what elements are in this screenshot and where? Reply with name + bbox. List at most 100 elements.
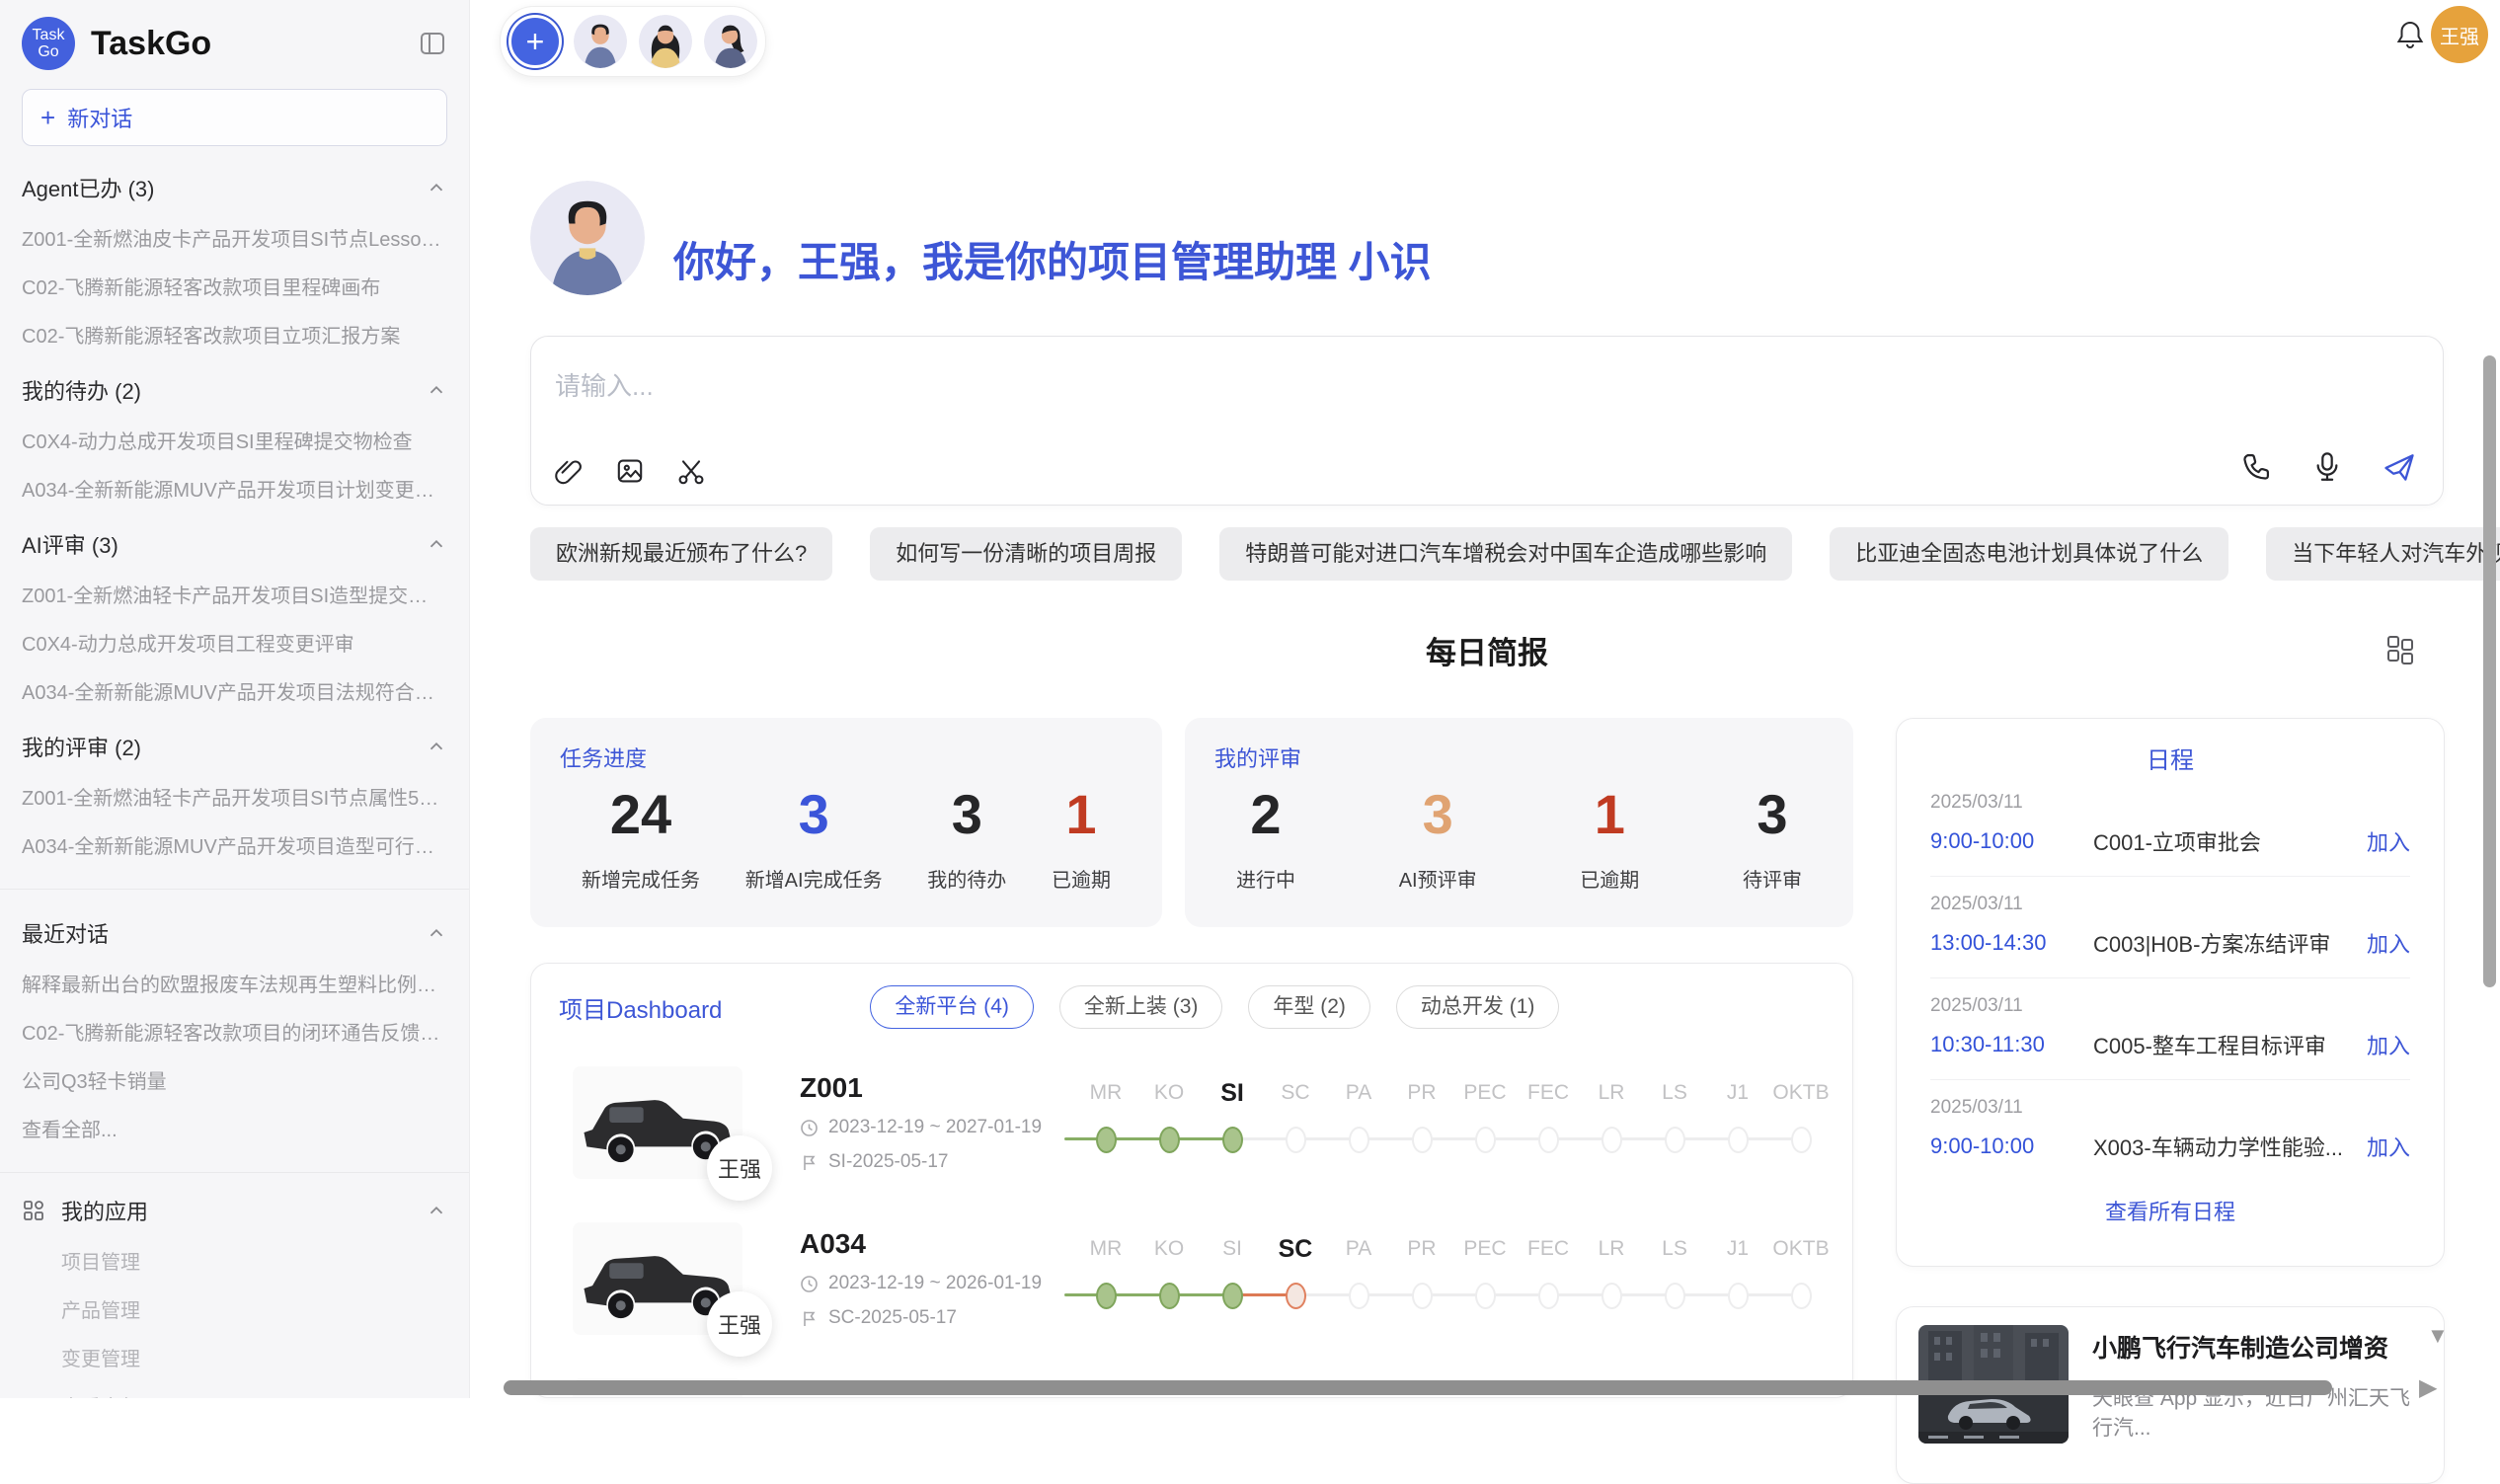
sidebar-task-item[interactable]: C02-飞腾新能源轻客改款项目立项汇报方案 bbox=[22, 320, 447, 349]
stat-label: 进行中 bbox=[1236, 864, 1295, 893]
sidebar-task-item[interactable]: C02-飞腾新能源轻客改款项目里程碑画布 bbox=[22, 272, 447, 300]
input-action-tools bbox=[2239, 449, 2417, 485]
milestone-node bbox=[1286, 1127, 1306, 1153]
chat-input[interactable]: 请输入... bbox=[555, 366, 654, 403]
milestone-node bbox=[1096, 1127, 1117, 1153]
project-rows: 王强Z0012023-12-19 ~ 2027-01-19SI-2025-05-… bbox=[559, 1045, 1825, 1398]
sidebar-task-item[interactable]: Z001-全新燃油轻卡产品开发项目SI节点属性5D文件评审 bbox=[22, 782, 447, 811]
milestone-node bbox=[1665, 1283, 1685, 1309]
stat-value: 3 bbox=[927, 779, 1006, 850]
vertical-scrollbar[interactable] bbox=[2483, 355, 2496, 987]
user-avatar[interactable]: 王强 bbox=[2431, 6, 2488, 63]
project-row[interactable]: 王强A0342023-12-19 ~ 2026-01-19SC-2025-05-… bbox=[559, 1201, 1825, 1357]
schedule-join-link[interactable]: 加入 bbox=[2367, 1029, 2410, 1060]
stat: 3AI预评审 bbox=[1399, 779, 1477, 893]
sidebar-section-header[interactable]: 我的评审 (2) bbox=[22, 731, 447, 762]
milestone-node bbox=[1728, 1127, 1749, 1153]
sidebar-task-item[interactable]: Z001-全新燃油皮卡产品开发项目SI节点Lesson Learn报告 bbox=[22, 223, 447, 252]
sidebar-section-header[interactable]: Agent已办 (3) bbox=[22, 172, 447, 203]
stat-value: 3 bbox=[745, 779, 883, 850]
dashboard-filters: 全新平台 (4) 全新上装 (3) 年型 (2) 动总开发 (1) bbox=[870, 985, 1559, 1029]
paperclip-icon[interactable] bbox=[553, 455, 585, 487]
section-label: 我的评审 (2) bbox=[22, 731, 141, 762]
logo-text-2: Go bbox=[38, 43, 58, 60]
app-subitem[interactable]: 变更管理 bbox=[61, 1343, 447, 1371]
schedule-date: 2025/03/11 bbox=[1930, 792, 2410, 814]
task-progress-card: 任务进度 24新增完成任务3新增AI完成任务3我的待办1已逾期 bbox=[530, 718, 1162, 927]
sidebar-task-item[interactable]: C0X4-动力总成开发项目SI里程碑提交物检查 bbox=[22, 426, 447, 454]
milestone-node bbox=[1475, 1127, 1496, 1153]
recent-chats-header[interactable]: 最近对话 bbox=[22, 917, 447, 949]
plus-icon: + bbox=[40, 103, 55, 133]
dashboard-filter-pill[interactable]: 全新上装 (3) bbox=[1059, 985, 1223, 1029]
image-icon[interactable] bbox=[614, 455, 646, 487]
stat-label: 新增AI完成任务 bbox=[745, 864, 883, 893]
apps-view-all[interactable]: 查看全部... bbox=[61, 1391, 447, 1398]
suggestion-chip[interactable]: 特朗普可能对进口汽车增税会对中国车企造成哪些影响 bbox=[1219, 527, 1792, 581]
schedule-date: 2025/03/11 bbox=[1930, 894, 2410, 915]
layout-grid-icon[interactable] bbox=[2383, 632, 2417, 665]
add-agent-button[interactable]: + bbox=[508, 15, 562, 68]
scissors-icon[interactable] bbox=[675, 455, 707, 487]
schedule-date: 2025/03/11 bbox=[1930, 1097, 2410, 1119]
chevron-up-icon bbox=[426, 379, 447, 401]
milestone-node bbox=[1286, 1283, 1306, 1309]
sidebar-task-item[interactable]: A034-全新新能源MUV产品开发项目造型可行性评审 bbox=[22, 830, 447, 859]
new-chat-label: 新对话 bbox=[67, 102, 132, 133]
schedule-join-link[interactable]: 加入 bbox=[2367, 927, 2410, 959]
sidebar-task-item[interactable]: A034-全新新能源MUV产品开发项目计划变更表编写 bbox=[22, 474, 447, 503]
dashboard-filter-pill[interactable]: 动总开发 (1) bbox=[1396, 985, 1560, 1029]
scroll-down-arrow-icon[interactable]: ▼ bbox=[2427, 1323, 2449, 1349]
avatar[interactable] bbox=[574, 15, 627, 68]
new-chat-button[interactable]: + 新对话 bbox=[22, 89, 447, 146]
schedule-name: C003|H0B-方案冻结评审 bbox=[2093, 927, 2353, 959]
milestone-track: MRKOSISCPAPRPECFECLRLSJ1OKTB bbox=[1064, 1224, 1825, 1333]
suggestion-chip[interactable]: 欧洲新规最近颁布了什么? bbox=[530, 527, 832, 581]
schedule-view-all[interactable]: 查看所有日程 bbox=[1930, 1195, 2410, 1226]
dashboard-filter-pill[interactable]: 全新平台 (4) bbox=[870, 985, 1034, 1029]
suggestion-chip[interactable]: 如何写一份清晰的项目周报 bbox=[870, 527, 1182, 581]
app-subitem[interactable]: 项目管理 bbox=[61, 1246, 447, 1275]
dates-text: 2023-12-19 ~ 2027-01-19 bbox=[828, 1117, 1042, 1138]
sidebar-task-item[interactable]: C0X4-动力总成开发项目工程变更评审 bbox=[22, 628, 447, 657]
stat-value: 2 bbox=[1236, 779, 1295, 850]
horizontal-scrollbar[interactable] bbox=[504, 1380, 2332, 1395]
my-apps-header[interactable]: 我的应用 bbox=[22, 1195, 447, 1226]
microphone-icon[interactable] bbox=[2310, 450, 2344, 484]
flag-text: SC-2025-05-17 bbox=[828, 1307, 957, 1329]
recent-chat-item[interactable]: C02-飞腾新能源轻客改款项目的闭环通告反馈情况 bbox=[22, 1017, 447, 1046]
schedule-item: 2025/03/1113:00-14:30C003|H0B-方案冻结评审加入 bbox=[1930, 877, 2410, 978]
sidebar-task-item[interactable]: Z001-全新燃油轻卡产品开发项目SI造型提交物评审 bbox=[22, 580, 447, 608]
suggestion-chip[interactable]: 比亚迪全固态电池计划具体说了什么 bbox=[1830, 527, 2228, 581]
avatar[interactable] bbox=[704, 15, 757, 68]
suggestion-chip[interactable]: 当下年轻人对汽车外观有怎样的喜好趋势 bbox=[2266, 527, 2500, 581]
greeting-text: 你好，王强，我是你的项目管理助理 小识 bbox=[673, 229, 1432, 289]
phone-icon[interactable] bbox=[2239, 450, 2273, 484]
stat-label: 新增完成任务 bbox=[582, 864, 700, 893]
dates-text: 2023-12-19 ~ 2026-01-19 bbox=[828, 1273, 1042, 1294]
recent-chat-item[interactable]: 公司Q3轻卡销量 bbox=[22, 1065, 447, 1094]
recent-chats-title: 最近对话 bbox=[22, 917, 109, 949]
milestone-node bbox=[1349, 1127, 1369, 1153]
recent-chats-block: 最近对话 解释最新出台的欧盟报废车法规再生塑料比例被调至15%... C02-飞腾… bbox=[0, 889, 469, 1142]
owner-badge: 王强 bbox=[707, 1135, 772, 1201]
sidebar-section-header[interactable]: AI评审 (3) bbox=[22, 528, 447, 560]
dashboard-filter-pill[interactable]: 年型 (2) bbox=[1248, 985, 1370, 1029]
avatar[interactable] bbox=[639, 15, 692, 68]
schedule-join-link[interactable]: 加入 bbox=[2367, 1131, 2410, 1162]
project-row[interactable]: 王强Z0012023-12-19 ~ 2027-01-19SI-2025-05-… bbox=[559, 1045, 1825, 1201]
send-icon[interactable] bbox=[2382, 449, 2417, 485]
sidebar-section-header[interactable]: 我的待办 (2) bbox=[22, 374, 447, 406]
sidebar-task-item[interactable]: A034-全新新能源MUV产品开发项目法规符合性评审 bbox=[22, 676, 447, 705]
sidebar-collapse-icon[interactable] bbox=[418, 29, 447, 58]
app-subitem[interactable]: 产品管理 bbox=[61, 1294, 447, 1323]
notification-bell-icon[interactable] bbox=[2393, 18, 2427, 51]
schedule-item: 2025/03/119:00-10:00X003-车辆动力学性能验...加入 bbox=[1930, 1080, 2410, 1181]
recent-view-all[interactable]: 查看全部... bbox=[22, 1114, 447, 1142]
flag-text: SI-2025-05-17 bbox=[828, 1151, 948, 1173]
news-card[interactable]: 小鹏飞行汽车制造公司增资 天眼查 App 显示，近日广州汇天飞行汽... bbox=[1896, 1306, 2445, 1484]
schedule-join-link[interactable]: 加入 bbox=[2367, 825, 2410, 857]
suggestion-chips: 欧洲新规最近颁布了什么? 如何写一份清晰的项目周报特朗普可能对进口汽车增税会对中国… bbox=[530, 527, 2456, 581]
app-grid-icon bbox=[22, 1199, 45, 1222]
recent-chat-item[interactable]: 解释最新出台的欧盟报废车法规再生塑料比例被调至15%... bbox=[22, 969, 447, 997]
